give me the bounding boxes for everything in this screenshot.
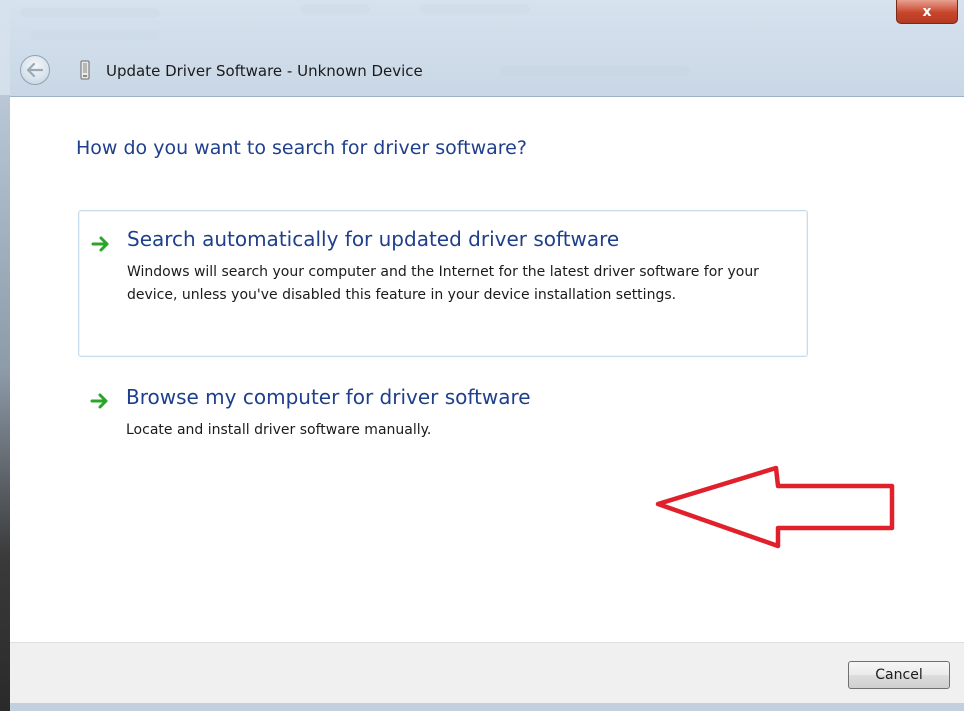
- update-driver-dialog: x Update Driver Software - Unknown Devic…: [10, 0, 964, 711]
- page-heading: How do you want to search for driver sof…: [76, 137, 527, 159]
- option-title: Search automatically for updated driver …: [127, 227, 620, 251]
- close-button[interactable]: x: [896, 0, 958, 24]
- device-icon: [78, 60, 92, 80]
- green-arrow-icon: [91, 236, 109, 252]
- back-arrow-icon: [27, 63, 43, 77]
- window-bottom-border: [10, 703, 964, 711]
- background-window-edge: [0, 95, 10, 711]
- dialog-footer: Cancel: [10, 642, 964, 704]
- title-bar: x Update Driver Software - Unknown Devic…: [10, 0, 964, 97]
- search-automatically-option[interactable]: Search automatically for updated driver …: [78, 210, 808, 357]
- option-description: Windows will search your computer and th…: [127, 264, 759, 303]
- red-arrow-annotation: [655, 465, 895, 549]
- close-icon: x: [922, 3, 932, 20]
- cancel-button[interactable]: Cancel: [848, 661, 950, 689]
- green-arrow-icon: [90, 393, 108, 409]
- back-button[interactable]: [20, 55, 50, 85]
- window-title: Update Driver Software - Unknown Device: [106, 62, 423, 80]
- option-description: Locate and install driver software manua…: [126, 422, 432, 438]
- dialog-content: How do you want to search for driver sof…: [10, 97, 964, 642]
- option-title: Browse my computer for driver software: [126, 385, 531, 409]
- browse-computer-option[interactable]: Browse my computer for driver software L…: [78, 379, 808, 459]
